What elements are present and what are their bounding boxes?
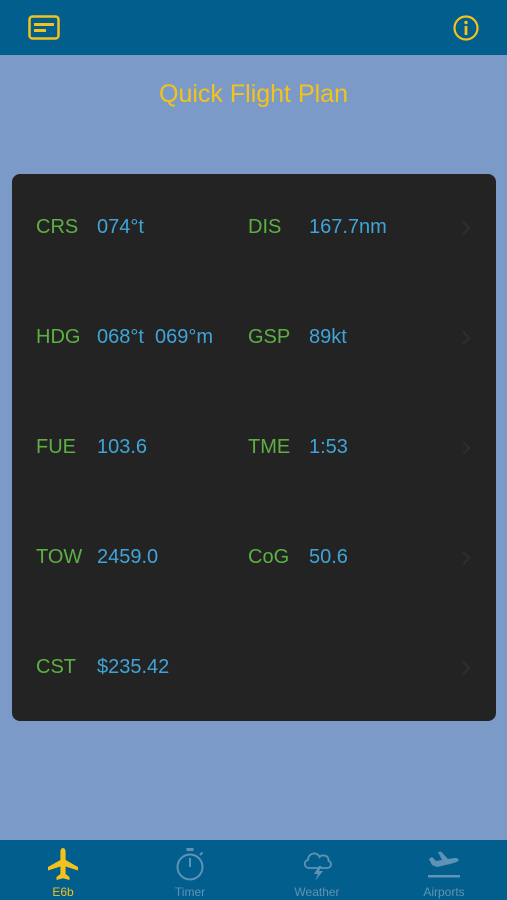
flight-plan-row-tow[interactable]: TOW 2459.0 CoG 50.6 bbox=[12, 504, 496, 614]
row-label: CoG bbox=[248, 546, 290, 568]
tablet-card-icon[interactable] bbox=[28, 15, 60, 40]
tab-weather[interactable]: Weather bbox=[254, 840, 380, 900]
info-icon[interactable] bbox=[453, 15, 479, 41]
chevron-right-icon bbox=[462, 221, 471, 235]
flight-plan-card: CRS 074°t DIS 167.7nm HDG 068°t 069°m GS… bbox=[12, 174, 496, 721]
chevron-right-icon bbox=[462, 441, 471, 455]
row-value: $235.42 bbox=[97, 656, 170, 678]
top-bar bbox=[0, 0, 507, 55]
flight-plan-row-crs[interactable]: CRS 074°t DIS 167.7nm bbox=[12, 174, 496, 284]
stopwatch-icon bbox=[176, 848, 204, 881]
row-value: 103.6 bbox=[97, 436, 148, 458]
row-value: 167.7nm bbox=[309, 216, 387, 238]
flight-plan-row-cst[interactable]: CST $235.42 bbox=[12, 614, 496, 724]
tab-label: E6b bbox=[52, 885, 74, 899]
chevron-right-icon bbox=[462, 551, 471, 565]
row-label: DIS bbox=[248, 216, 282, 238]
row-label: HDG bbox=[36, 326, 81, 348]
row-label: TOW bbox=[36, 546, 83, 568]
tab-label: Timer bbox=[174, 885, 206, 899]
tab-timer[interactable]: Timer bbox=[127, 840, 253, 900]
chevron-right-icon bbox=[462, 331, 471, 345]
chevron-right-icon bbox=[462, 661, 471, 675]
tab-label: Weather bbox=[294, 885, 340, 899]
airplane-icon bbox=[48, 848, 78, 880]
row-label: CST bbox=[36, 656, 76, 678]
row-label: GSP bbox=[248, 326, 291, 348]
row-label: CRS bbox=[36, 216, 79, 238]
tab-bar: E6b Timer Weather Airports bbox=[0, 840, 507, 900]
row-value: 2459.0 bbox=[97, 546, 159, 568]
tab-label: Airports bbox=[423, 885, 465, 899]
row-label: TME bbox=[248, 436, 291, 458]
row-value: 1:53 bbox=[309, 436, 348, 458]
flight-plan-row-fue[interactable]: FUE 103.6 TME 1:53 bbox=[12, 394, 496, 504]
row-value: 074°t bbox=[97, 216, 144, 238]
flight-plan-row-hdg[interactable]: HDG 068°t 069°m GSP 89kt bbox=[12, 284, 496, 394]
storm-cloud-icon bbox=[303, 852, 332, 881]
tab-e6b[interactable]: E6b bbox=[0, 840, 126, 900]
row-value: 89kt bbox=[309, 326, 347, 348]
page-title: Quick Flight Plan bbox=[159, 80, 348, 108]
row-value: 068°t 069°m bbox=[97, 326, 214, 348]
row-value: 50.6 bbox=[309, 546, 348, 568]
row-label: FUE bbox=[36, 436, 76, 458]
tab-airports[interactable]: Airports bbox=[381, 840, 507, 900]
departure-icon bbox=[428, 851, 460, 878]
